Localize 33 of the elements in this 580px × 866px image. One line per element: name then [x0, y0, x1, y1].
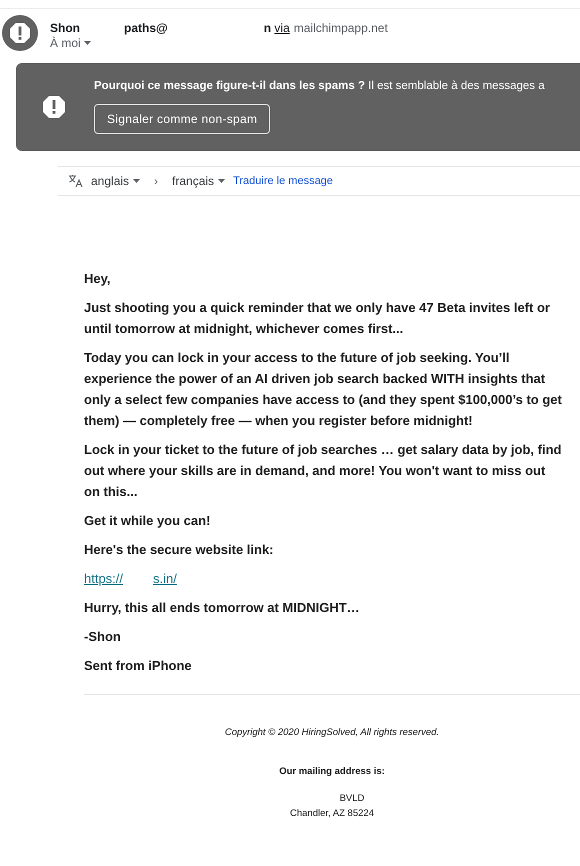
source-language-dropdown[interactable]: anglais: [91, 174, 140, 188]
chevron-text: ›: [154, 174, 158, 188]
not-spam-button[interactable]: Signaler comme non-spam: [94, 104, 270, 134]
sender-address-end: n: [264, 21, 272, 35]
warning-avatar-icon: [2, 15, 38, 51]
body-paragraph: Hurry, this all ends tomorrow at MIDNIGHT…: [84, 599, 361, 617]
address-line: BVLD: [338, 793, 364, 804]
via-link[interactable]: via: [274, 21, 290, 35]
translate-icon: [68, 174, 83, 188]
spam-explanation: Pourquoi ce message figure-t-il dans les spams ? Il est semblable à des messages a: [94, 80, 545, 92]
body-paragraph: Here's the secure website link:: [84, 541, 275, 559]
caret-icon: [133, 179, 140, 183]
website-link-end[interactable]: s.in/: [153, 568, 177, 589]
recipient-dropdown[interactable]: À moi: [50, 36, 388, 50]
body-paragraph: Lock in your ticket to the future of job searches … get salary data by job, find out where your skills are in demand, and more! You won't want to miss out on this...: [84, 441, 562, 501]
mailing-heading: Our mailing address is:: [279, 766, 385, 777]
copyright-text: Copyright © 2020 HiringSolved, All rights reserved.: [224, 727, 440, 738]
website-link[interactable]: https://: [84, 568, 124, 589]
body-paragraph: Today you can lock in your access to the future of job seeking. You’ll experience the power of an AI driven job search backed WITH insights that only a select few companies have access to (and they spent $100,000’s to get them) — completely free — when you register before midnight!: [84, 349, 563, 430]
warning-icon: [42, 95, 66, 119]
caret-icon: [218, 179, 226, 183]
target-language-dropdown[interactable]: français: [172, 174, 226, 188]
body-paragraph: Sent from iPhone: [84, 657, 193, 675]
caret-icon: [84, 41, 91, 45]
body-paragraph: Get it while you can!: [84, 512, 212, 530]
sender-name: Shon: [50, 21, 80, 35]
translate-link[interactable]: Traduire le message: [233, 175, 333, 187]
sender-address: paths@: [124, 21, 168, 35]
body-paragraph: Hey,: [84, 270, 112, 288]
body-paragraph: Just shooting you a quick reminder that we only have 47 Beta invites left or until tomorrow at midnight, whichever comes first...: [84, 299, 551, 338]
sender-domain: mailchimpapp.net: [294, 21, 388, 35]
address-line: Chandler, AZ 85224: [290, 808, 374, 819]
body-paragraph: -Shon: [84, 628, 122, 646]
